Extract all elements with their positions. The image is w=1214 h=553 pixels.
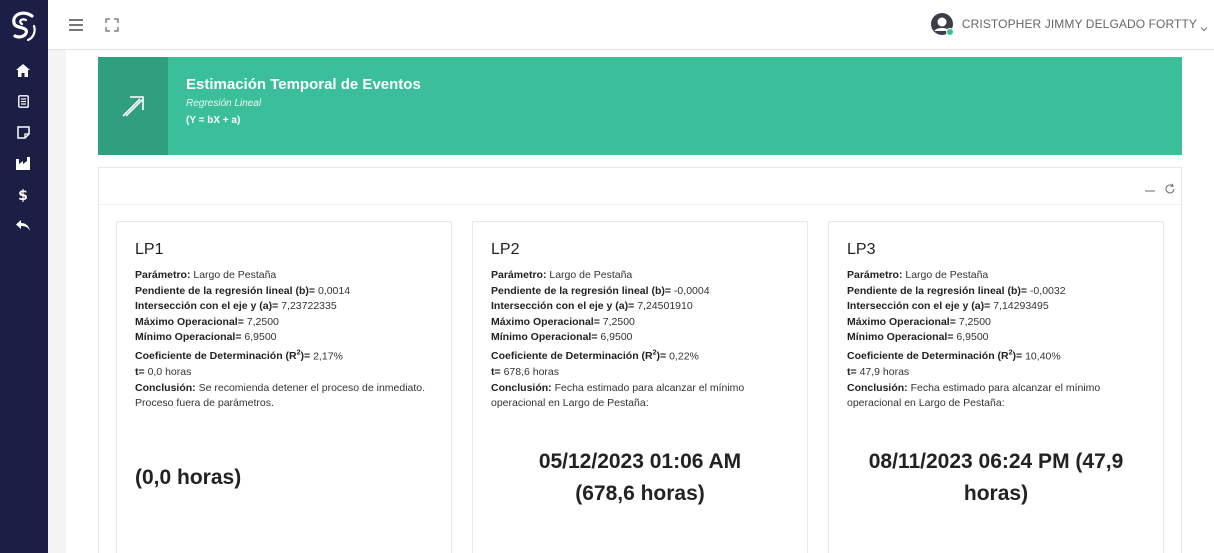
maximo-value: 7,2500 — [602, 315, 635, 328]
note-icon[interactable] — [14, 123, 32, 141]
interseccion-value: 7,24501910 — [637, 300, 693, 313]
result-text: (0,0 horas) — [135, 466, 242, 489]
coeficiente-value: 10,40% — [1025, 350, 1061, 363]
header-banner: Estimación Temporal de Eventos Regresión… — [98, 57, 1182, 155]
card-details: Parámetro: Largo de Pestaña Pendiente de… — [135, 269, 426, 410]
arrow-up-right-icon — [98, 57, 168, 155]
fullscreen-icon[interactable] — [104, 17, 120, 33]
sidebar: $ — [0, 0, 48, 553]
card-title: LP2 — [491, 241, 520, 258]
parametro-value: Largo de Pestaña — [905, 269, 989, 281]
parametro-value: Largo de Pestaña — [193, 269, 277, 281]
coeficiente-value: 2,17% — [313, 350, 343, 363]
result-date: 05/12/2023 01:06 AM — [538, 450, 742, 473]
result-hours: horas) — [963, 482, 1029, 505]
card-title: LP1 — [135, 241, 164, 258]
t-value: 678,6 horas — [503, 366, 560, 379]
brand-logo-icon[interactable] — [6, 8, 42, 44]
t-value: 0,0 horas — [147, 366, 192, 379]
minimo-value: 6,9500 — [600, 331, 633, 344]
result-hours: (678,6 horas) — [575, 482, 705, 505]
user-menu[interactable]: CRISTOPHER JIMMY DELGADO FORTTY — [930, 11, 1208, 37]
card-details: Parámetro: Largo de Pestaña Pendiente de… — [491, 269, 745, 410]
avatar-icon — [930, 12, 954, 36]
user-name: CRISTOPHER JIMMY DELGADO FORTTY — [961, 17, 1197, 31]
parametro-value: Largo de Pestaña — [549, 269, 633, 281]
card-details: Parámetro: Largo de Pestaña Pendiente de… — [847, 269, 1101, 410]
result-card-lp3: LP3 Parámetro: Largo de Pestaña Pendient… — [828, 221, 1164, 553]
chevron-down-icon — [1200, 20, 1208, 32]
document-icon[interactable] — [14, 92, 32, 110]
page-title: Estimación Temporal de Eventos — [186, 76, 421, 93]
home-icon[interactable] — [14, 61, 32, 79]
svg-text:$: $ — [18, 188, 28, 202]
factory-icon[interactable] — [14, 154, 32, 172]
coeficiente-value: 0,22% — [669, 350, 699, 363]
back-arrow-icon[interactable] — [14, 216, 32, 234]
pendiente-value: -0,0004 — [673, 284, 710, 297]
card-title: LP3 — [847, 241, 876, 258]
pendiente-value: 0,0014 — [317, 284, 351, 297]
result-card-lp2: LP2 Parámetro: Largo de Pestaña Pendient… — [472, 221, 808, 553]
result-card-lp1: LP1 Parámetro: Largo de Pestaña Pendient… — [116, 221, 452, 553]
top-bar: CRISTOPHER JIMMY DELGADO FORTTY — [48, 0, 1214, 50]
dollar-icon[interactable]: $ — [14, 185, 32, 203]
minimo-value: 6,9500 — [244, 331, 277, 344]
pendiente-value: -0,0032 — [1029, 284, 1066, 297]
t-value: 47,9 horas — [859, 366, 910, 379]
formula-text: (Y = bX + a) — [186, 115, 241, 126]
maximo-value: 7,2500 — [958, 315, 991, 328]
interseccion-value: 7,23722335 — [281, 300, 337, 313]
interseccion-value: 7,14293495 — [993, 300, 1049, 313]
maximo-value: 7,2500 — [246, 315, 279, 328]
refresh-icon[interactable] — [1164, 182, 1176, 194]
divider — [99, 204, 1181, 205]
minimo-value: 6,9500 — [956, 331, 989, 344]
minimize-icon[interactable] — [1144, 182, 1156, 194]
result-date: 08/11/2023 06:24 PM (47,9 — [868, 450, 1124, 473]
menu-icon[interactable] — [66, 16, 86, 34]
page-subtitle: Regresión Lineal — [186, 98, 262, 109]
